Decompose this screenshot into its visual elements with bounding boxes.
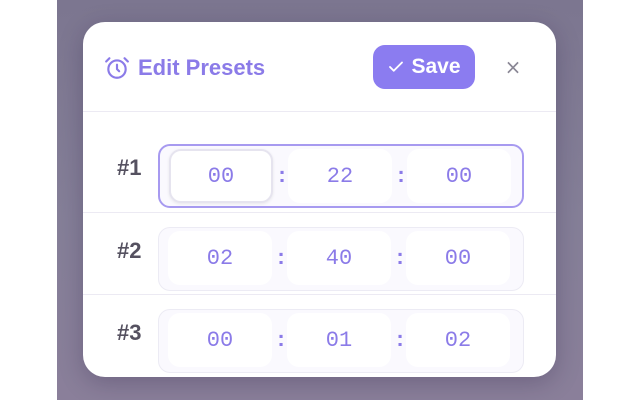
time-separator: : <box>396 244 404 269</box>
preset-row-3: #3 00 : 01 : 02 <box>83 294 556 375</box>
preset-time-input-1[interactable]: 00 : 22 : 00 <box>158 144 524 208</box>
seconds-field[interactable]: 00 <box>407 149 511 203</box>
minutes-field[interactable]: 01 <box>287 313 391 367</box>
preset-label: #3 <box>117 320 142 345</box>
preset-label: #1 <box>117 155 142 180</box>
minutes-field[interactable]: 40 <box>287 231 391 285</box>
hours-field[interactable]: 02 <box>168 231 272 285</box>
preset-label: #2 <box>117 238 142 263</box>
save-button-label: Save <box>411 55 461 78</box>
hours-field[interactable]: 00 <box>169 149 273 203</box>
save-button[interactable]: Save <box>373 45 475 89</box>
time-separator: : <box>278 162 286 187</box>
dialog-title-group: Edit Presets <box>104 53 265 83</box>
alarm-clock-icon <box>105 57 129 79</box>
time-separator: : <box>397 162 405 187</box>
seconds-field[interactable]: 02 <box>406 313 510 367</box>
hours-field[interactable]: 00 <box>168 313 272 367</box>
minutes-field[interactable]: 22 <box>288 149 392 203</box>
time-separator: : <box>277 244 285 269</box>
time-separator: : <box>277 326 285 351</box>
dialog-header: Edit Presets Save × <box>83 22 556 112</box>
preset-row-1: #1 00 : 22 : 00 <box>83 130 556 211</box>
check-icon <box>389 61 404 72</box>
close-icon[interactable]: × <box>500 54 526 80</box>
time-separator: : <box>396 326 404 351</box>
preset-row-2: #2 02 : 40 : 00 <box>83 212 556 293</box>
preset-time-input-3[interactable]: 00 : 01 : 02 <box>158 309 524 373</box>
dialog-title: Edit Presets <box>138 55 266 80</box>
edit-presets-dialog: Edit Presets Save × #1 00 : 22 : 00 #2 0… <box>83 22 556 377</box>
seconds-field[interactable]: 00 <box>406 231 510 285</box>
preset-time-input-2[interactable]: 02 : 40 : 00 <box>158 227 524 291</box>
